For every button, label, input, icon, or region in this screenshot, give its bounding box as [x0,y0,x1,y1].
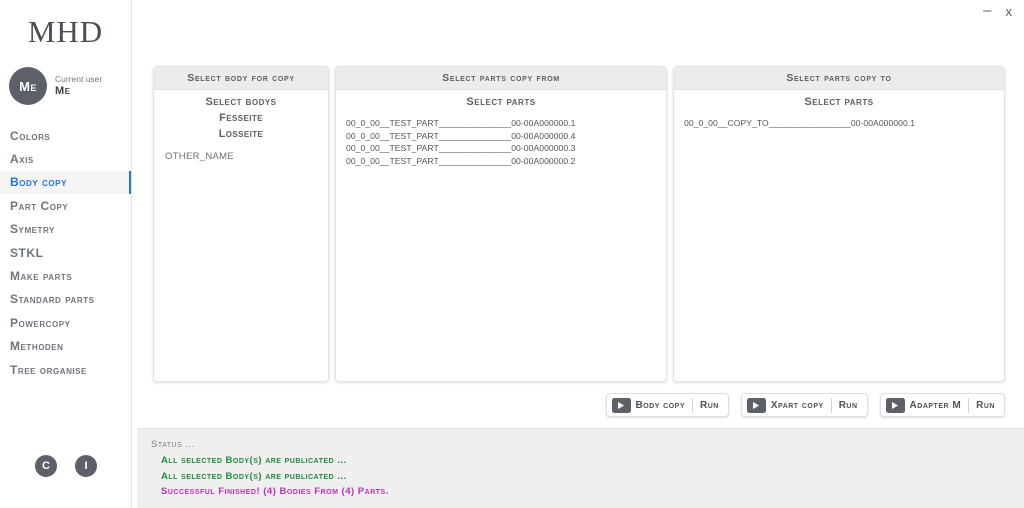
list-item[interactable]: 00_0_00__TEST_PART_______________00-00A0… [346,142,666,155]
sidebar-item-label: STKL [10,245,44,260]
sidebar-item-label: Part Copy [10,198,69,213]
list-item[interactable]: 00_0_00__TEST_PART_______________00-00A0… [346,155,666,168]
panel-subheader: Select parts [466,96,536,108]
sidebar-circle-buttons: C I [0,455,132,477]
xpart-copy-button-group: Xpart copy Run [740,393,868,417]
sidebar-item-symetry[interactable]: Symetry [0,218,131,241]
body-copy-button[interactable]: Body copy [636,400,693,411]
panel-header: Select parts copy to [674,67,1004,90]
sidebar-item-label: Axis [10,152,34,167]
main-content: Select body for copy Select bodys Fessei… [132,0,1024,508]
sidebar-item-body-copy[interactable]: Body copy [0,170,131,195]
panel-select-parts-copy-from: Select parts copy from Select parts 00_0… [335,66,667,382]
sidebar-item-standard-parts[interactable]: Standard parts [0,288,131,311]
adapter-m-run-button[interactable]: Run [969,400,1002,411]
user-info: Current user Me [55,73,103,97]
sidebar-item-label: Methoden [10,339,64,354]
xpart-copy-run-button[interactable]: Run [832,400,865,411]
sidebar-item-label: Powercopy [10,315,71,330]
sidebar-item-label: Standard parts [10,292,95,307]
sidebar: MHD Me Current user Me Colors Axis Body … [0,0,132,508]
sidebar-nav: Colors Axis Body copy Part Copy Symetry … [0,124,131,381]
play-icon[interactable] [746,397,766,413]
action-buttons: Body copy Run Xpart copy Run Adapter M R… [605,393,1005,417]
sidebar-item-label: Colors [10,128,51,143]
sidebar-item-make-parts[interactable]: Make parts [0,264,131,287]
current-user-label: Current user [55,73,103,84]
status-panel: Status ... All selected Body(s) are publ… [137,428,1024,508]
status-line: All selected Body(s) are publicated ... [161,454,347,466]
list-item[interactable]: Fesseite [154,110,328,126]
status-line: All selected Body(s) are publicated ... [161,470,347,482]
panel-select-parts-copy-to: Select parts copy to Select parts 00_0_0… [673,66,1005,382]
sidebar-item-stkl[interactable]: STKL [0,241,131,264]
list-item[interactable]: 00_0_00__TEST_PART_______________00-00A0… [346,117,666,130]
current-user: Me Current user Me [0,50,131,105]
parts-list: 00_0_00__COPY_TO_________________00-00A0… [674,108,1004,130]
body-copy-run-button[interactable]: Run [693,400,726,411]
panel-header: Select parts copy from [336,67,666,90]
list-item[interactable]: 00_0_00__TEST_PART_______________00-00A0… [346,130,666,143]
sidebar-item-part-copy[interactable]: Part Copy [0,194,131,217]
status-header: Status ... [151,439,195,450]
list-item[interactable]: 00_0_00__COPY_TO_________________00-00A0… [684,117,1004,130]
sidebar-item-label: Body copy [10,175,67,190]
adapter-m-button-group: Adapter M Run [879,393,1005,417]
sidebar-item-colors[interactable]: Colors [0,124,131,147]
panel-select-body-for-copy: Select body for copy Select bodys Fessei… [153,66,329,382]
list-item[interactable]: Losseite [154,126,328,142]
panel-header: Select body for copy [154,67,328,90]
body-list: Fesseite Losseite [154,108,328,142]
c-button[interactable]: C [35,455,57,477]
play-icon[interactable] [885,397,905,413]
body-copy-button-group: Body copy Run [605,393,729,417]
list-item-other-name[interactable]: OTHER_NAME [154,151,328,162]
sidebar-item-methoden[interactable]: Methoden [0,335,131,358]
sidebar-item-powercopy[interactable]: Powercopy [0,311,131,334]
sidebar-item-tree-organise[interactable]: Tree organise [0,358,131,381]
sidebar-item-label: Make parts [10,269,73,284]
sidebar-item-label: Tree organise [10,362,87,377]
adapter-m-button[interactable]: Adapter M [910,400,969,411]
status-lines: Status ... All selected Body(s) are publ… [137,429,1024,500]
panel-subheader: Select bodys [205,96,277,108]
app-logo: MHD [27,14,104,49]
sidebar-item-label: Symetry [10,222,55,237]
status-line: Successful Finished! (4) Bodies From (4)… [161,486,389,498]
panel-subheader: Select parts [804,96,874,108]
avatar: Me [9,67,47,105]
play-icon[interactable] [611,397,631,413]
i-button[interactable]: I [75,455,97,477]
current-user-name: Me [55,84,71,97]
sidebar-item-axis[interactable]: Axis [0,147,131,170]
parts-list: 00_0_00__TEST_PART_______________00-00A0… [336,108,666,167]
panels-row: Select body for copy Select bodys Fessei… [153,66,1005,382]
application-window: – x MHD Me Current user Me Colors Axis B… [0,0,1024,508]
xpart-copy-button[interactable]: Xpart copy [771,400,831,411]
